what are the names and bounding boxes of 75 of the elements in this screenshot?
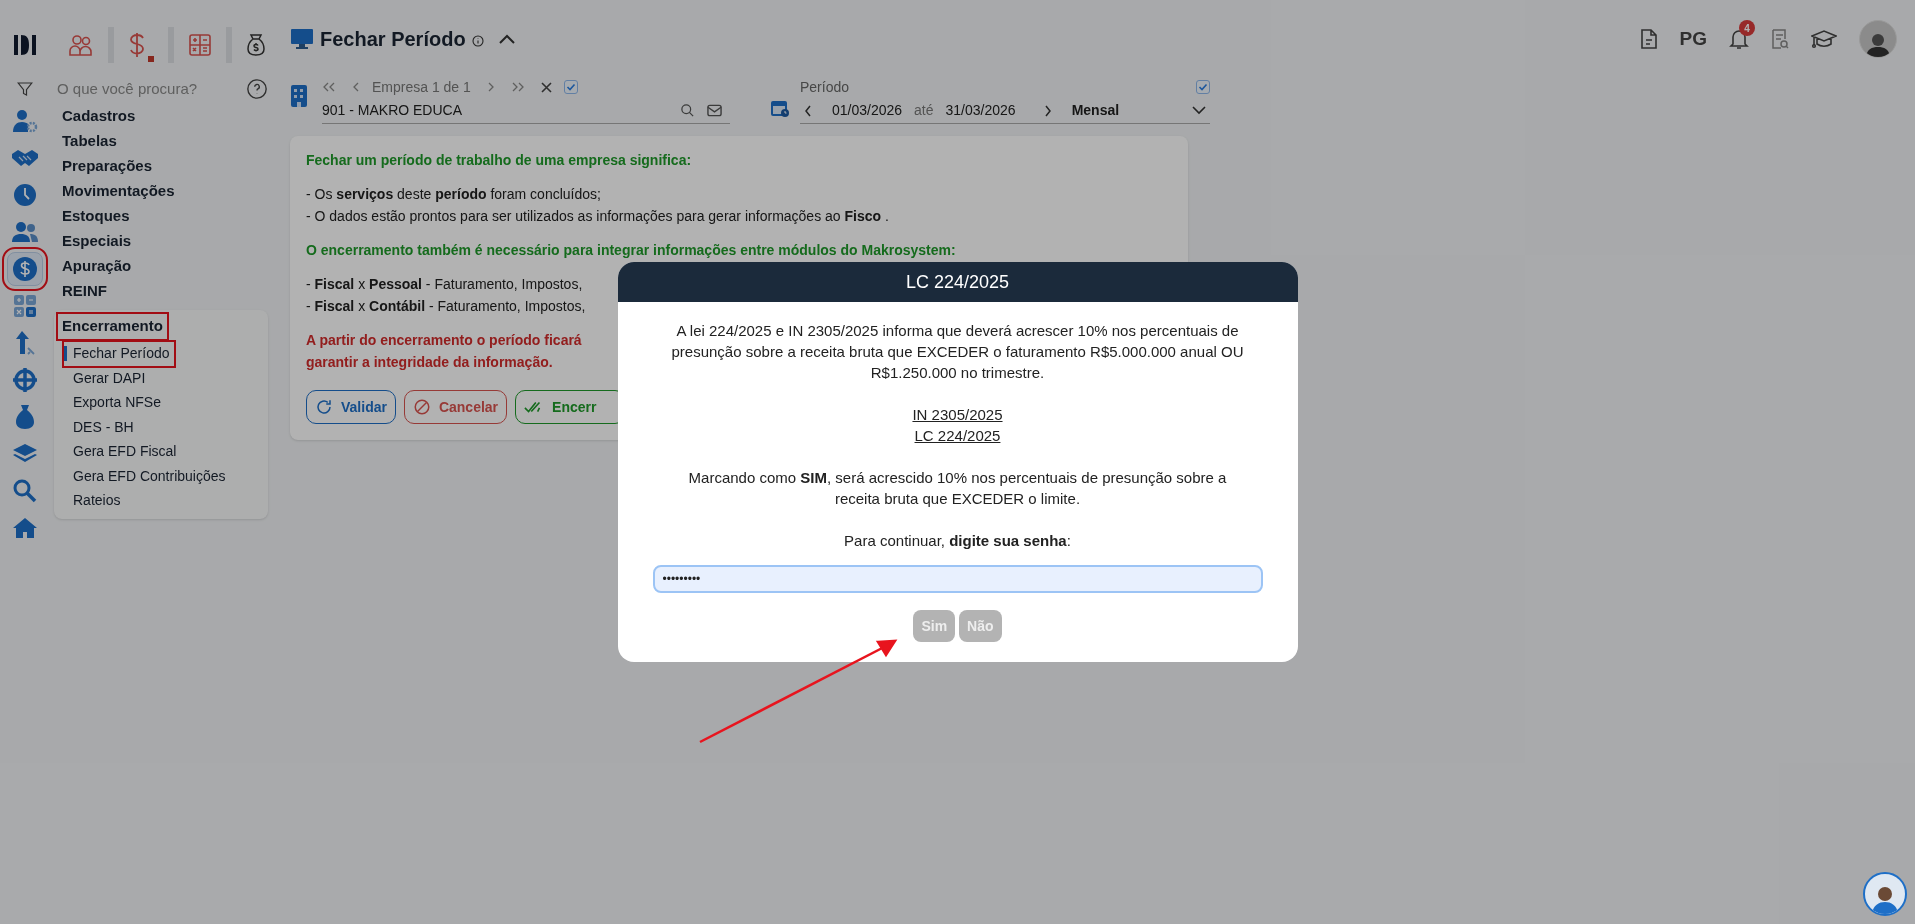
- graduation-cap-icon[interactable]: [1811, 28, 1837, 50]
- dialog-title: LC 224/2025: [617, 262, 1298, 302]
- close-icon[interactable]: [540, 81, 552, 93]
- menu-item[interactable]: Movimentações: [54, 179, 175, 204]
- menu-item[interactable]: Estoques: [54, 204, 130, 229]
- password-field[interactable]: •••••••••: [652, 565, 1263, 593]
- menu-group[interactable]: Encerramento: [58, 314, 167, 339]
- money-bag-icon[interactable]: [246, 33, 266, 57]
- prohibited-icon: [412, 398, 431, 416]
- calculator-icon[interactable]: [188, 33, 212, 57]
- monitor-icon: [290, 28, 314, 50]
- calendar-icon: [770, 98, 790, 118]
- info-heading: O encerramento também é necessário para integrar informações entre módulos do Makrosystem:: [306, 241, 956, 260]
- menu-item[interactable]: Apuração: [54, 254, 132, 279]
- menu-item[interactable]: REINF: [54, 279, 107, 304]
- document-link[interactable]: LC 224/2025: [914, 425, 1001, 446]
- notification-badge: 4: [1739, 20, 1755, 36]
- check-icon: [565, 82, 576, 92]
- password-prompt: Para continuar, digite sua senha:: [844, 531, 1071, 551]
- user-initials[interactable]: PG: [1679, 24, 1707, 54]
- start-date-field[interactable]: 01/03/2026: [832, 100, 903, 121]
- submenu-item[interactable]: Exporta NFSe: [64, 390, 165, 415]
- building-icon: [290, 84, 308, 108]
- previous-icon[interactable]: [352, 82, 360, 92]
- submenu-item[interactable]: Gera EFD Contribuições: [64, 464, 230, 489]
- search-icon[interactable]: [680, 103, 695, 118]
- info-heading: Fechar um período de trabalho de uma empresa significa:: [306, 151, 692, 170]
- submenu-item[interactable]: Gera EFD Fiscal: [64, 439, 181, 464]
- check-icon: [1198, 82, 1208, 92]
- period-checkbox[interactable]: [1196, 80, 1210, 94]
- app-logo: [12, 33, 38, 57]
- document-link[interactable]: IN 2305/2025: [912, 404, 1003, 425]
- mail-icon[interactable]: [707, 104, 722, 117]
- first-page-icon[interactable]: [322, 82, 336, 92]
- page-title: Fechar Período: [320, 27, 466, 52]
- all-companies-checkbox[interactable]: [563, 80, 578, 94]
- period-label: Período: [800, 77, 850, 97]
- document-search-icon[interactable]: [1771, 28, 1789, 50]
- action-button[interactable]: Validar: [306, 390, 396, 424]
- user-avatar[interactable]: [1859, 20, 1897, 58]
- date-separator: até: [914, 101, 934, 120]
- warning-text: garantir a integridade da informação.: [306, 353, 553, 372]
- menu-item[interactable]: Preparações: [54, 154, 153, 179]
- help-icon[interactable]: [246, 78, 268, 100]
- search-field[interactable]: O que você procura?: [57, 77, 237, 101]
- info-line: - Fiscal x Pessoal - Faturamento, Impostos,: [306, 275, 583, 294]
- submenu-item[interactable]: DES - BH: [64, 415, 138, 440]
- info-line: - O dados estão prontos para ser utilizados as informações para gerar informações ao Fisco .: [306, 207, 889, 226]
- dialog-message: A lei 224/2025 e IN 2305/2025 informa que deverá acrescer 10% nos percentuais de presunção sobre a receita bruta que EXCEDER o faturamento R$5.000.000 anual OU R$1.250.000 no trimestre.: [670, 321, 1245, 383]
- assistant-avatar[interactable]: [1863, 872, 1907, 916]
- chevron-up-icon[interactable]: [497, 33, 516, 45]
- document-icon[interactable]: [1639, 28, 1658, 50]
- last-page-icon[interactable]: [510, 82, 525, 92]
- chevron-down-icon: [1192, 106, 1206, 115]
- refresh-icon: [315, 398, 333, 416]
- people-icon[interactable]: [68, 33, 94, 57]
- company-counter: Empresa 1 de 1: [372, 77, 471, 97]
- submenu-item[interactable]: Fechar Período: [64, 341, 174, 366]
- end-date-field[interactable]: 31/03/2026: [945, 100, 1016, 121]
- info-icon[interactable]: [471, 34, 484, 47]
- menu-item[interactable]: Especiais: [54, 229, 132, 254]
- submenu-item[interactable]: Rateios: [64, 488, 125, 513]
- dialog-note: Marcando como SIM, será acrescido 10% nos percentuais de presunção sobre a receita bruta que EXCEDER o limite.: [687, 468, 1228, 509]
- warning-text: A partir do encerramento o período ficará: [306, 331, 582, 350]
- company-name: 901 - MAKRO EDUCA: [322, 101, 463, 120]
- info-line: - Fiscal x Contábil - Faturamento, Impostos,: [306, 297, 586, 316]
- next-period-icon[interactable]: [1043, 104, 1052, 117]
- submenu-item[interactable]: Gerar DAPI: [64, 366, 150, 391]
- filter-icon[interactable]: [16, 80, 34, 98]
- menu-item[interactable]: Cadastros: [54, 104, 136, 129]
- previous-period-icon[interactable]: [804, 104, 812, 117]
- info-line: - Os serviços deste período foram concluídos;: [306, 185, 601, 204]
- next-icon[interactable]: [486, 82, 495, 92]
- menu-item[interactable]: Tabelas: [54, 129, 117, 154]
- frequency-select[interactable]: Mensal: [1071, 100, 1210, 121]
